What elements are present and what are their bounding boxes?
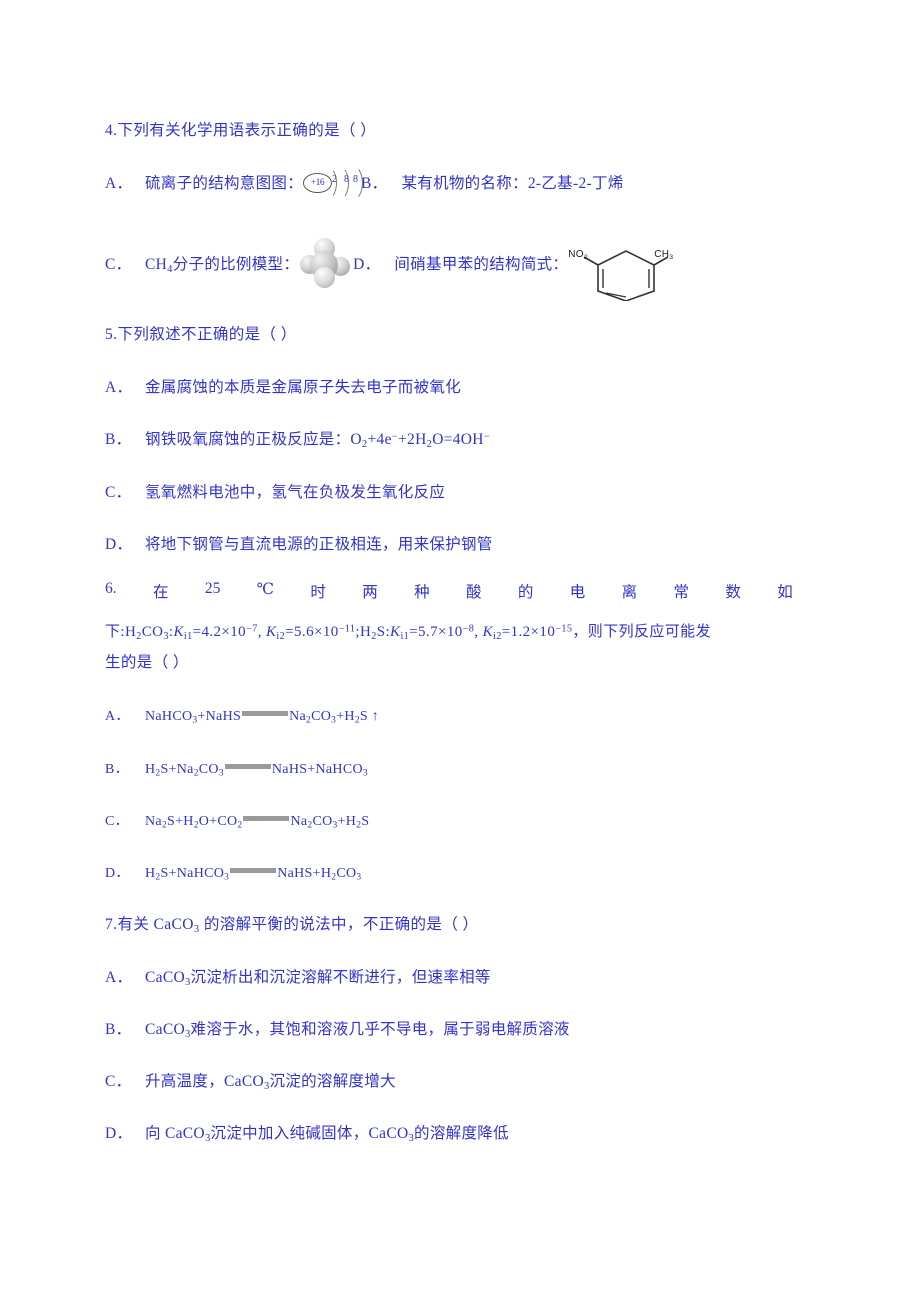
question-7-number: 7. bbox=[105, 916, 118, 933]
question-4-stem-text: 下列有关化学用语表示正确的是（ ） bbox=[117, 122, 377, 139]
nitro-group-label: NO2 bbox=[568, 249, 588, 261]
option-d-text: 将地下钢管与直流电源的正极相连，用来保护钢管 bbox=[145, 536, 493, 553]
option-label-a: A． bbox=[105, 379, 133, 396]
question-7-option-b[interactable]: B． CaCO3难溶于水，其饱和溶液几乎不导电，属于弱电解质溶液 bbox=[105, 1017, 805, 1040]
option-label-a: A． bbox=[105, 175, 133, 192]
option-label-c: C． bbox=[105, 256, 132, 273]
question-6-stem-line3: 生的是（ ） bbox=[105, 650, 805, 672]
option-label-d: D． bbox=[353, 256, 381, 273]
oxygen-reduction-equation: O2+4e−+2H2O=4OH− bbox=[350, 431, 491, 450]
exam-page: 4.下列有关化学用语表示正确的是（ ） A． 硫离子的结构意图图： +16 2 8 8 B．… bbox=[0, 0, 920, 1302]
option-a-text: CaCO3沉淀析出和沉淀溶解不断进行，但速率相等 bbox=[145, 969, 491, 988]
q6-word-5: 两 bbox=[362, 584, 378, 601]
option-label-a: A． bbox=[105, 709, 130, 724]
option-label-c: C． bbox=[105, 484, 132, 501]
option-label-d: D． bbox=[105, 536, 133, 553]
question-5-stem-text: 下列叙述不正确的是（ ） bbox=[117, 326, 297, 343]
option-a-products: Na2CO3+H2S ↑ bbox=[289, 709, 380, 726]
q6-word-12: 数 bbox=[725, 584, 741, 601]
option-b-text: CaCO3难溶于水，其饱和溶液几乎不导电，属于弱电解质溶液 bbox=[145, 1021, 570, 1040]
q6-word-9: 电 bbox=[569, 584, 586, 601]
question-4-number: 4. bbox=[105, 122, 118, 139]
hydrogen-sphere-bottom bbox=[314, 267, 336, 288]
question-6-stem-line1: 6. 在 25 ℃ 时 两 种 酸 的 电 离 常 数 如 bbox=[105, 580, 805, 602]
question-5-number: 5. bbox=[105, 326, 118, 343]
option-label-b: B． bbox=[105, 431, 132, 448]
option-c-text: CH4分子的比例模型： bbox=[145, 256, 300, 275]
q6-word-8: 的 bbox=[517, 584, 534, 601]
q6-word-3: ℃ bbox=[256, 581, 275, 598]
option-c-reactants: Na2S+H2O+CO2 bbox=[145, 814, 243, 831]
question-7-option-c[interactable]: C． 升高温度，CaCO3沉淀的溶解度增大 bbox=[105, 1069, 805, 1092]
option-label-b: B． bbox=[105, 762, 129, 777]
question-7-stem: 7.有关 CaCO3 的溶解平衡的说法中，不正确的是（ ） bbox=[105, 912, 805, 935]
option-label-a: A． bbox=[105, 969, 133, 986]
shell-count-3: 8 bbox=[353, 174, 359, 185]
q6-word-0: 6. bbox=[105, 580, 117, 597]
option-b-text: 某有机物的名称：2-乙基-2-丁烯 bbox=[401, 175, 624, 192]
option-label-d: D． bbox=[105, 866, 130, 881]
question-6-option-c[interactable]: C． Na2S+H2O+CO2 Na2CO3+H2S bbox=[105, 810, 805, 831]
q6-word-13: 如 bbox=[777, 584, 793, 601]
option-a-text: 硫离子的结构意图图： bbox=[145, 175, 304, 192]
option-label-b: B． bbox=[105, 1021, 132, 1038]
sulfur-ion-shell-diagram: +16 2 8 8 bbox=[303, 165, 367, 201]
nitrotoluene-structure: NO2 CH3 bbox=[568, 243, 680, 301]
question-5-option-a[interactable]: A． 金属腐蚀的本质是金属原子失去电子而被氧化 bbox=[105, 375, 805, 397]
question-4-option-c-d[interactable]: C． CH4分子的比例模型： D． 间硝基甲苯的结构简式： NO2 CH3 bbox=[105, 237, 805, 301]
option-label-d: D． bbox=[105, 1125, 133, 1142]
q6-word-11: 常 bbox=[673, 584, 690, 601]
option-c-text: 氢氧燃料电池中，氢气在负极发生氧化反应 bbox=[145, 484, 446, 501]
option-d-reactants: H2S+NaHCO3 bbox=[145, 866, 230, 883]
q6-line2-suffix: ，则下列反应可能发 bbox=[572, 624, 711, 640]
equilibrium-arrow-icon bbox=[243, 816, 290, 821]
question-5-option-d[interactable]: D． 将地下钢管与直流电源的正极相连，用来保护钢管 bbox=[105, 532, 805, 554]
methyl-group-label: CH3 bbox=[654, 249, 674, 261]
option-d-text: 间硝基甲苯的结构简式： bbox=[394, 256, 569, 273]
question-4-stem: 4.下列有关化学用语表示正确的是（ ） bbox=[105, 118, 805, 140]
question-6-option-b[interactable]: B． H2S+Na2CO3 NaHS+NaHCO3 bbox=[105, 758, 805, 779]
shell-count-2: 8 bbox=[344, 174, 350, 185]
q6-word-6: 种 bbox=[414, 584, 430, 601]
equilibrium-arrow-icon bbox=[230, 868, 277, 873]
q6-word-10: 离 bbox=[621, 584, 638, 601]
equilibrium-arrow-icon bbox=[242, 711, 289, 716]
question-7-stem-text: 有关 CaCO3 的溶解平衡的说法中，不正确的是（ ） bbox=[117, 916, 479, 935]
question-7-option-d[interactable]: D． 向 CaCO3沉淀中加入纯碱固体，CaCO3的溶解度降低 bbox=[105, 1121, 805, 1144]
question-4-option-a-b[interactable]: A． 硫离子的结构意图图： +16 2 8 8 B． 某有机物的名称：2-乙基-2-丁烯 bbox=[105, 165, 805, 201]
option-b-text: 钢铁吸氧腐蚀的正极反应是： bbox=[145, 431, 351, 448]
option-a-reactants: NaHCO3+NaHS bbox=[145, 709, 242, 726]
equilibrium-arrow-icon bbox=[224, 764, 271, 769]
question-5-stem: 5.下列叙述不正确的是（ ） bbox=[105, 322, 805, 344]
q6-word-7: 酸 bbox=[466, 584, 482, 601]
methane-space-filling-model bbox=[299, 237, 351, 289]
question-6-option-d[interactable]: D． H2S+NaHCO3 NaHS+H2CO3 bbox=[105, 862, 805, 883]
option-d-text: 向 CaCO3沉淀中加入纯碱固体，CaCO3的溶解度降低 bbox=[145, 1125, 509, 1144]
option-b-reactants: H2S+Na2CO3 bbox=[145, 762, 224, 779]
shell-count-1: 2 bbox=[332, 174, 338, 185]
q6-word-2: 25 bbox=[204, 580, 221, 597]
option-a-text: 金属腐蚀的本质是金属原子失去电子而被氧化 bbox=[145, 379, 462, 396]
question-5-option-b[interactable]: B． 钢铁吸氧腐蚀的正极反应是：O2+4e−+2H2O=4OH− bbox=[105, 427, 805, 450]
option-b-products: NaHS+NaHCO3 bbox=[271, 762, 368, 779]
ionization-constants: :H2CO3:Ki1=4.2×10−7, Ki2=5.6×10−11;H2S:K… bbox=[120, 623, 573, 642]
q6-line2-prefix: 下 bbox=[105, 624, 121, 640]
option-c-text: 升高温度，CaCO3沉淀的溶解度增大 bbox=[145, 1073, 396, 1092]
question-7-option-a[interactable]: A． CaCO3沉淀析出和沉淀溶解不断进行，但速率相等 bbox=[105, 965, 805, 988]
option-d-products: NaHS+H2CO3 bbox=[277, 866, 362, 883]
question-6-stem-line2: 下:H2CO3:Ki1=4.2×10−7, Ki2=5.6×10−11;H2S:… bbox=[105, 620, 805, 642]
question-5-option-c[interactable]: C． 氢氧燃料电池中，氢气在负极发生氧化反应 bbox=[105, 480, 805, 502]
option-label-c: C． bbox=[105, 814, 129, 829]
question-6-option-a[interactable]: A． NaHCO3+NaHS Na2CO3+H2S ↑ bbox=[105, 705, 805, 726]
q6-line3-text: 生的是（ ） bbox=[105, 654, 189, 671]
option-c-products: Na2CO3+H2S bbox=[290, 814, 370, 831]
q6-word-1: 在 bbox=[152, 584, 169, 601]
option-label-c: C． bbox=[105, 1073, 132, 1090]
q6-word-4: 时 bbox=[310, 584, 326, 601]
